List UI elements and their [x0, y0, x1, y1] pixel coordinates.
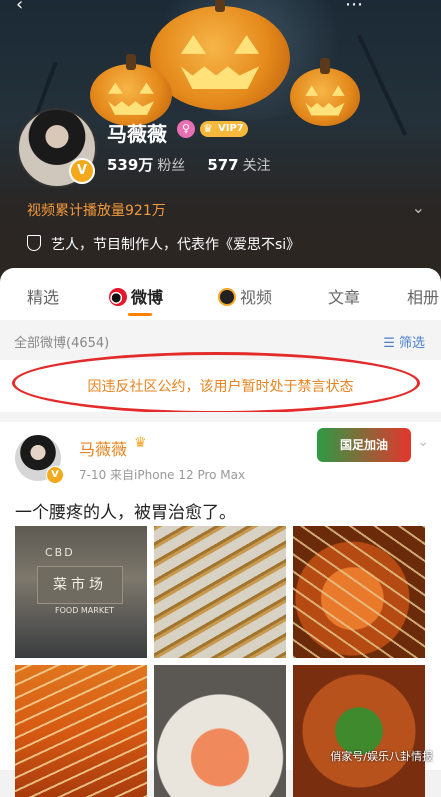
verified-badge-icon: V [69, 158, 95, 184]
video-views: 视频累计播放量921万 [27, 203, 166, 219]
pumpkin-decoration [290, 58, 360, 126]
vip-badge[interactable]: ♛ VIP7 [200, 121, 248, 137]
tab-video[interactable]: 视频 [218, 284, 272, 308]
post-photo[interactable] [15, 665, 147, 797]
tab-weibo[interactable]: 微博 [109, 284, 163, 308]
more-icon[interactable]: ⋯ [345, 0, 363, 15]
video-icon [218, 288, 236, 306]
profile-header: ‹ ⋯ V 马薇薇 ♀ ♛ VIP7 539万 粉丝 577 关注 视频累计播放量921… [0, 0, 441, 300]
watermark: 俏家号/娱乐八卦情报 [330, 750, 433, 763]
post-photo[interactable] [154, 665, 286, 797]
tree-decoration [356, 34, 408, 136]
divider [0, 412, 441, 422]
following-count[interactable]: 577 [207, 156, 238, 174]
back-icon[interactable]: ‹ [16, 0, 23, 15]
filter-button[interactable]: ☰ 筛选 [383, 332, 425, 351]
female-icon: ♀ [177, 120, 195, 138]
weibo-post[interactable]: V 马薇薇 ♛ 7-10 来自iPhone 12 Pro Max 国足加油 ⌄ … [0, 422, 441, 797]
chevron-down-icon[interactable]: ⌄ [412, 198, 425, 217]
crown-icon: ♛ [203, 122, 213, 135]
crown-icon: ♛ [134, 435, 147, 451]
post-count: 全部微博(4654) [14, 336, 110, 351]
verified-badge-icon: V [46, 466, 64, 484]
post-photo[interactable] [154, 526, 286, 658]
photo-sign-cbd: CBD [45, 546, 75, 559]
tab-articles[interactable]: 文章 [328, 284, 360, 308]
post-meta: 7-10 来自iPhone 12 Pro Max [79, 468, 246, 482]
followers-label: 粉丝 [157, 158, 186, 174]
chevron-down-icon[interactable]: ⌄ [417, 434, 429, 450]
followers-count[interactable]: 539万 [107, 156, 153, 174]
photo-sign-sub: FOOD MARKET [55, 606, 115, 615]
tab-albums[interactable]: 相册 [407, 284, 439, 308]
shield-icon [27, 235, 41, 251]
profile-bio: 艺人，节目制作人，代表作《爱思不si》 [27, 234, 300, 254]
tab-bar: 精选 微博 视频 文章 相册 [0, 268, 441, 320]
post-text[interactable]: 一个腰疼的人，被胃治愈了。 [15, 498, 236, 523]
photo-sign: 菜市场 [37, 566, 123, 604]
bio-text: 艺人，节目制作人，代表作《爱思不si》 [51, 237, 301, 253]
profile-name: 马薇薇 [107, 122, 167, 146]
active-tab-indicator [128, 313, 152, 316]
ban-notice: 因违反社区公约，该用户暂时处于禁言状态 [0, 352, 441, 414]
filter-icon: ☰ [383, 336, 395, 351]
pumpkin-decoration [90, 54, 172, 126]
content-panel: 精选 微博 视频 文章 相册 全部微博(4654) ☰ 筛选 因违反社区公约，该… [0, 268, 441, 797]
profile-stats: 539万 粉丝 577 关注 [107, 154, 293, 175]
national-team-stamp: 国足加油 [317, 428, 411, 462]
tab-featured[interactable]: 精选 [27, 284, 59, 308]
weibo-icon [109, 288, 127, 306]
post-photo[interactable]: CBD 菜市场 FOOD MARKET [15, 526, 147, 658]
post-photo[interactable] [293, 665, 425, 797]
vip-label: VIP7 [218, 123, 244, 134]
post-photo[interactable] [293, 526, 425, 658]
post-author[interactable]: 马薇薇 [79, 436, 127, 460]
following-label: 关注 [242, 158, 271, 174]
highlight-oval [12, 352, 420, 414]
